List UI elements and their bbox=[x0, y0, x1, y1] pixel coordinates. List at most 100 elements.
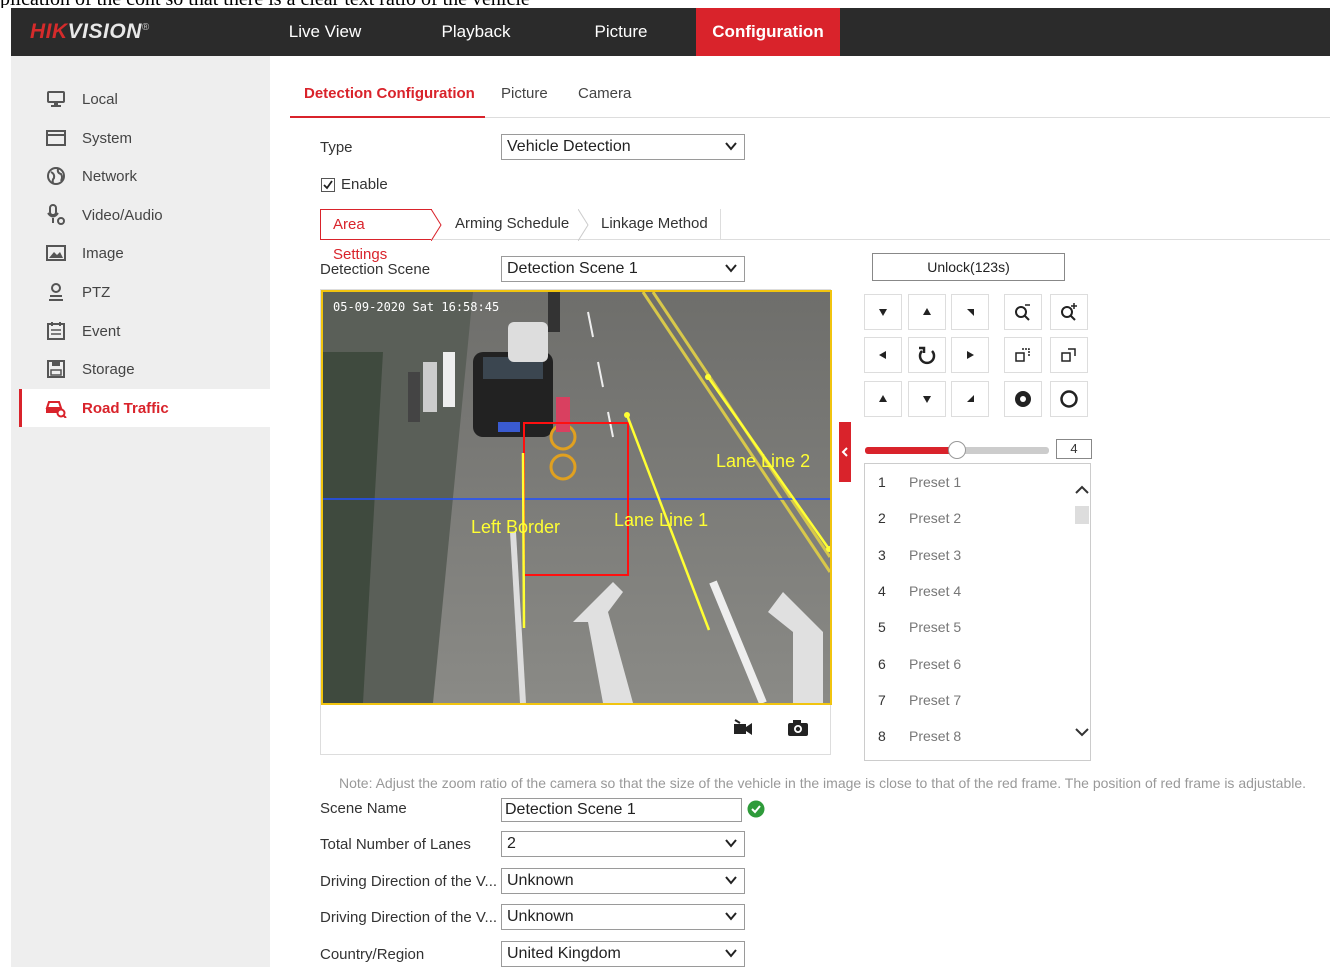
list-item-preset[interactable]: 1 Preset 1 bbox=[865, 464, 1070, 500]
subtab-linkage-method[interactable]: Linkage Method bbox=[589, 209, 721, 240]
speed-value-box[interactable]: 4 bbox=[1056, 439, 1092, 459]
chevron-down-icon bbox=[725, 839, 737, 848]
focus-far-button[interactable] bbox=[1050, 337, 1088, 373]
ptz-up-button[interactable] bbox=[908, 294, 946, 330]
lanes-value: 2 bbox=[507, 835, 516, 852]
lane-line-2-label: Lane Line 2 bbox=[716, 451, 811, 471]
preset-name: Preset 7 bbox=[909, 692, 962, 708]
ptz-speed-slider[interactable] bbox=[865, 441, 1049, 459]
sidebar-item-road-traffic[interactable]: Road Traffic bbox=[19, 389, 270, 427]
ptz-up-right-button[interactable] bbox=[951, 294, 989, 330]
cropped-top-text: plication of the cont so that there is a… bbox=[0, 0, 530, 8]
subtab-arming-schedule[interactable]: Arming Schedule bbox=[443, 209, 581, 240]
scene-name-input[interactable]: Detection Scene 1 bbox=[501, 798, 742, 822]
driving-direction-2-label: Driving Direction of the V... bbox=[320, 909, 498, 926]
iris-close-button[interactable] bbox=[1050, 381, 1088, 417]
preset-number: 4 bbox=[878, 583, 886, 599]
sidebar-item-storage[interactable]: Storage bbox=[19, 350, 270, 388]
slider-handle[interactable] bbox=[948, 441, 966, 459]
live-video[interactable]: 05-09-2020 Sat 16:58:45 Lane Line 2 Lane… bbox=[321, 290, 832, 705]
tab-picture[interactable]: Picture bbox=[501, 76, 548, 118]
monitor-icon bbox=[45, 88, 67, 110]
focus-near-button[interactable] bbox=[1004, 337, 1042, 373]
sidebar-item-video-audio[interactable]: Video/Audio bbox=[19, 196, 270, 234]
preset-name: Preset 2 bbox=[909, 510, 962, 526]
sidebar-item-event[interactable]: Event bbox=[19, 312, 270, 350]
subtab-area-settings[interactable]: Area Settings bbox=[320, 209, 432, 263]
sidebar-item-network[interactable]: Network bbox=[19, 157, 270, 195]
list-item-preset[interactable]: 8 Preset 8 bbox=[865, 718, 1070, 754]
country-region-label: Country/Region bbox=[320, 946, 425, 963]
chevron-left-icon bbox=[841, 447, 848, 457]
zoom-out-button[interactable] bbox=[1004, 294, 1042, 330]
system-window-icon bbox=[45, 127, 67, 149]
iris-open-button[interactable] bbox=[1004, 381, 1042, 417]
slider-fill bbox=[865, 447, 957, 454]
save-disk-icon bbox=[45, 358, 67, 380]
list-item-preset[interactable]: 4 Preset 4 bbox=[865, 573, 1070, 609]
record-video-icon[interactable] bbox=[732, 718, 754, 738]
zoom-in-button[interactable] bbox=[1050, 294, 1088, 330]
nav-picture[interactable]: Picture bbox=[566, 8, 676, 56]
list-item-preset[interactable]: 2 Preset 2 bbox=[865, 500, 1070, 536]
preset-number: 2 bbox=[878, 510, 886, 526]
iris-close-icon bbox=[1060, 390, 1078, 408]
ptz-left-button[interactable] bbox=[864, 337, 902, 373]
preset-scrollbar[interactable] bbox=[1071, 464, 1090, 760]
sidebar-item-local[interactable]: Local bbox=[19, 80, 270, 118]
ptz-auto-button[interactable] bbox=[908, 337, 946, 373]
country-region-select[interactable]: United Kingdom bbox=[501, 941, 745, 967]
chevron-down-icon bbox=[1075, 728, 1089, 737]
video-timestamp: 05-09-2020 Sat 16:58:45 bbox=[333, 300, 500, 314]
sidebar-item-system[interactable]: System bbox=[19, 119, 270, 157]
driving-direction-1-select[interactable]: Unknown bbox=[501, 868, 745, 894]
arrow-up-small-icon bbox=[879, 395, 887, 402]
chevron-down-icon bbox=[725, 264, 737, 273]
driving-direction-2-value: Unknown bbox=[507, 908, 574, 925]
sidebar-item-ptz[interactable]: PTZ bbox=[19, 273, 270, 311]
road-scene-image bbox=[323, 292, 830, 703]
list-item-preset[interactable]: 6 Preset 6 bbox=[865, 646, 1070, 682]
tab-camera[interactable]: Camera bbox=[578, 76, 631, 118]
logo-rest: VISION bbox=[67, 20, 142, 43]
driving-direction-1-label: Driving Direction of the V... bbox=[320, 873, 498, 890]
iris-open-icon bbox=[1015, 391, 1031, 407]
arrow-diagonal-up-icon bbox=[967, 395, 974, 402]
zoom-in-icon bbox=[1061, 303, 1077, 321]
nav-live-view[interactable]: Live View bbox=[270, 8, 380, 56]
ptz-right-button[interactable] bbox=[951, 337, 989, 373]
scroll-thumb[interactable] bbox=[1075, 506, 1089, 524]
nav-playback[interactable]: Playback bbox=[416, 8, 536, 56]
sidebar-item-label: Event bbox=[82, 322, 121, 340]
list-item-preset[interactable]: 5 Preset 5 bbox=[865, 609, 1070, 645]
calendar-icon bbox=[45, 320, 67, 342]
panel-collapse-handle[interactable] bbox=[839, 422, 851, 482]
arrow-up-icon bbox=[923, 308, 931, 315]
preset-name: Preset 5 bbox=[909, 619, 962, 635]
sidebar-item-label: Road Traffic bbox=[82, 399, 169, 417]
sidebar: Local System Network Video/Audio Image P… bbox=[11, 56, 270, 967]
camera-snapshot-icon[interactable] bbox=[787, 718, 809, 738]
ptz-up-left-button[interactable] bbox=[864, 294, 902, 330]
enable-checkbox[interactable] bbox=[321, 178, 335, 192]
list-item-preset[interactable]: 7 Preset 7 bbox=[865, 682, 1070, 718]
arrow-diagonal-icon bbox=[967, 309, 974, 316]
type-select[interactable]: Vehicle Detection bbox=[501, 134, 745, 160]
tab-detection-configuration[interactable]: Detection Configuration bbox=[290, 76, 485, 118]
list-item-preset[interactable]: 3 Preset 3 bbox=[865, 537, 1070, 573]
lanes-label: Total Number of Lanes bbox=[320, 836, 471, 853]
ptz-down-button[interactable] bbox=[908, 381, 946, 417]
ptz-down-left-button[interactable] bbox=[864, 381, 902, 417]
lanes-select[interactable]: 2 bbox=[501, 831, 745, 857]
sidebar-item-label: Local bbox=[82, 90, 118, 108]
logo-brand: HIK bbox=[30, 20, 68, 43]
driving-direction-2-select[interactable]: Unknown bbox=[501, 904, 745, 930]
ptz-down-right-button[interactable] bbox=[951, 381, 989, 417]
arrow-down-small-icon bbox=[879, 309, 887, 316]
nav-configuration[interactable]: Configuration bbox=[696, 8, 840, 56]
unlock-button[interactable]: Unlock(123s) bbox=[872, 253, 1065, 281]
lane-line-1-label: Lane Line 1 bbox=[614, 510, 709, 530]
sidebar-item-image[interactable]: Image bbox=[19, 234, 270, 272]
detection-scene-select[interactable]: Detection Scene 1 bbox=[501, 256, 745, 282]
arrow-right-icon bbox=[967, 351, 974, 359]
